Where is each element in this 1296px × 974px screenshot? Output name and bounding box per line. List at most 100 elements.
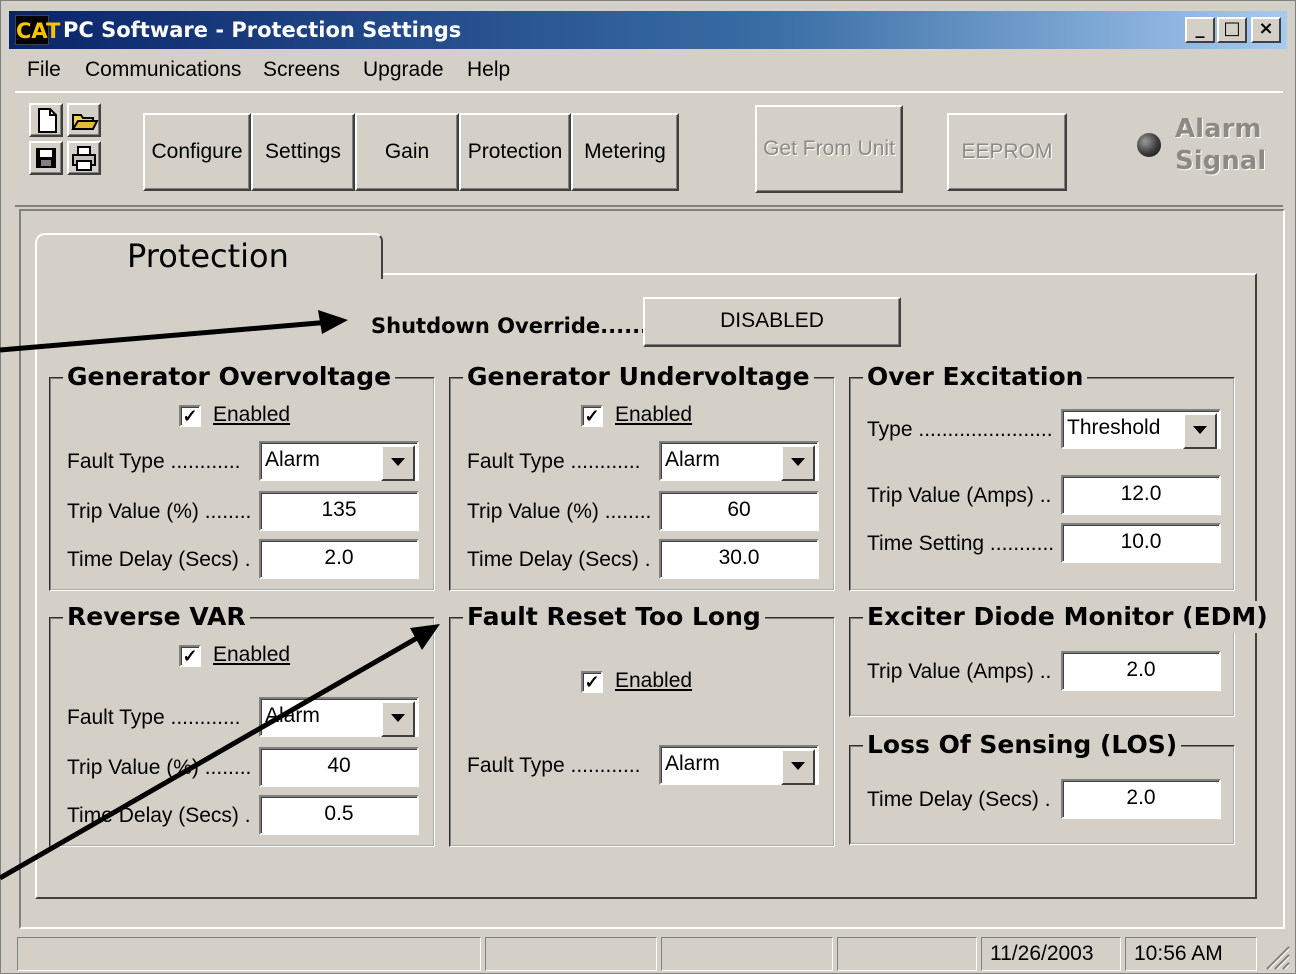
configure-button[interactable]: Configure — [143, 113, 251, 191]
menu-help[interactable]: Help — [467, 57, 510, 83]
status-pane-4 — [837, 937, 977, 971]
time-delay-label: Time Delay (Secs) . — [67, 548, 251, 571]
enabled-label: Enabled — [615, 669, 693, 692]
time-delay-input[interactable]: 2.0 — [1061, 779, 1221, 819]
metering-button[interactable]: Metering — [571, 113, 679, 191]
time-setting-label: Time Setting ........... — [867, 532, 1055, 555]
time-delay-input[interactable]: 30.0 — [659, 539, 819, 579]
chevron-down-icon[interactable] — [781, 445, 815, 481]
toolbar: Configure Settings Gain Protection Meter… — [15, 91, 1283, 207]
menu-communications[interactable]: Communications — [85, 57, 241, 83]
print-icon — [72, 146, 96, 171]
alarm-signal-led — [1137, 133, 1161, 157]
fault-type-select[interactable]: Alarm — [659, 441, 819, 481]
trip-value-label: Trip Value (Amps) .. — [867, 484, 1052, 507]
tab-protection[interactable]: Protection — [35, 233, 383, 279]
alarm-label-line2: Signal — [1175, 146, 1267, 176]
open-folder-icon — [71, 114, 99, 130]
fault-type-select[interactable]: Alarm — [259, 441, 419, 481]
status-time: 10:56 AM — [1125, 937, 1257, 971]
fault-type-select[interactable]: Alarm — [259, 697, 419, 737]
enabled-checkbox[interactable]: ✓ — [581, 671, 603, 693]
time-delay-label: Time Delay (Secs) . — [467, 548, 651, 571]
status-pane-1 — [17, 937, 481, 971]
gain-button[interactable]: Gain — [355, 113, 459, 191]
protection-button[interactable]: Protection — [459, 113, 571, 191]
group-generator-undervoltage: Generator Undervoltage ✓ Enabled Fault T… — [449, 361, 835, 591]
fault-type-label: Fault Type ............ — [467, 450, 641, 473]
menu-upgrade[interactable]: Upgrade — [363, 57, 444, 83]
group-title: Exciter Diode Monitor (EDM) — [863, 601, 1272, 633]
application-window: CAT PC Software - Protection Settings _ … — [0, 0, 1296, 974]
time-setting-input[interactable]: 10.0 — [1061, 523, 1221, 563]
status-pane-2 — [485, 937, 657, 971]
enabled-label: Enabled — [213, 643, 291, 666]
save-button[interactable] — [29, 141, 63, 175]
new-file-button[interactable] — [29, 103, 63, 137]
get-from-unit-button[interactable]: Get From Unit — [755, 105, 903, 193]
chevron-down-icon[interactable] — [381, 445, 415, 481]
fault-type-label: Fault Type ............ — [467, 754, 641, 777]
cat-logo-icon: CAT — [15, 15, 60, 45]
trip-value-label: Trip Value (Amps) .. — [867, 660, 1052, 683]
group-exciter-diode-monitor: Exciter Diode Monitor (EDM) Trip Value (… — [849, 601, 1272, 717]
trip-value-label: Trip Value (%) ........ — [67, 756, 252, 779]
trip-value-input[interactable]: 2.0 — [1061, 651, 1221, 691]
eeprom-button[interactable]: EEPROM — [947, 113, 1067, 191]
close-button[interactable]: × — [1251, 17, 1281, 43]
type-select[interactable]: Threshold — [1061, 409, 1221, 449]
enabled-label: Enabled — [615, 403, 693, 426]
chevron-down-icon[interactable] — [381, 701, 415, 737]
group-over-excitation: Over Excitation Type ...................… — [849, 361, 1235, 591]
group-reverse-var: Reverse VAR ✓ Enabled Fault Type .......… — [49, 601, 435, 847]
group-title: Generator Overvoltage — [63, 361, 396, 393]
alarm-label-line1: Alarm — [1175, 114, 1262, 144]
menu-screens[interactable]: Screens — [263, 57, 340, 83]
chevron-down-icon[interactable] — [1183, 413, 1217, 449]
time-delay-input[interactable]: 2.0 — [259, 539, 419, 579]
menu-bar: File Communications Screens Upgrade Help — [9, 51, 1287, 89]
trip-value-input[interactable]: 40 — [259, 747, 419, 787]
chevron-down-icon[interactable] — [781, 749, 815, 785]
group-loss-of-sensing: Loss Of Sensing (LOS) Time Delay (Secs) … — [849, 729, 1235, 845]
title-bar[interactable]: CAT PC Software - Protection Settings _ … — [9, 11, 1287, 49]
group-generator-overvoltage: Generator Overvoltage ✓ Enabled Fault Ty… — [49, 361, 435, 591]
tab-protection-label: Protection — [127, 237, 289, 275]
window-title: PC Software - Protection Settings — [63, 18, 462, 42]
trip-value-input[interactable]: 135 — [259, 491, 419, 531]
group-title: Loss Of Sensing (LOS) — [863, 729, 1182, 761]
trip-value-input[interactable]: 60 — [659, 491, 819, 531]
time-delay-input[interactable]: 0.5 — [259, 795, 419, 835]
trip-value-label: Trip Value (%) ........ — [67, 500, 252, 523]
group-title: Over Excitation — [863, 361, 1088, 393]
trip-value-input[interactable]: 12.0 — [1061, 475, 1221, 515]
shutdown-override-label: Shutdown Override....... — [371, 314, 656, 338]
group-title: Fault Reset Too Long — [463, 601, 765, 633]
maximize-button[interactable]: □ — [1217, 17, 1247, 43]
group-fault-reset-too-long: Fault Reset Too Long ✓ Enabled Fault Typ… — [449, 601, 835, 847]
open-file-button[interactable] — [67, 103, 101, 137]
status-date: 11/26/2003 — [981, 937, 1121, 971]
type-label: Type ....................... — [867, 418, 1053, 441]
resize-grip-icon[interactable] — [1261, 941, 1291, 971]
status-pane-3 — [661, 937, 833, 971]
new-file-icon — [38, 108, 57, 133]
alarm-signal-label: Alarm Signal — [1175, 113, 1295, 177]
enabled-checkbox[interactable]: ✓ — [179, 645, 201, 667]
save-disk-icon — [36, 148, 56, 168]
fault-type-label: Fault Type ............ — [67, 706, 241, 729]
time-delay-label: Time Delay (Secs) . — [867, 788, 1051, 811]
time-delay-label: Time Delay (Secs) . — [67, 804, 251, 827]
menu-file[interactable]: File — [27, 57, 61, 83]
settings-button[interactable]: Settings — [251, 113, 355, 191]
trip-value-label: Trip Value (%) ........ — [467, 500, 652, 523]
fault-type-select[interactable]: Alarm — [659, 745, 819, 785]
group-title: Generator Undervoltage — [463, 361, 814, 393]
print-button[interactable] — [67, 141, 101, 175]
fault-type-label: Fault Type ............ — [67, 450, 241, 473]
minimize-button[interactable]: _ — [1185, 17, 1215, 43]
enabled-checkbox[interactable]: ✓ — [179, 405, 201, 427]
enabled-checkbox[interactable]: ✓ — [581, 405, 603, 427]
enabled-label: Enabled — [213, 403, 291, 426]
shutdown-override-button[interactable]: DISABLED — [643, 297, 901, 347]
